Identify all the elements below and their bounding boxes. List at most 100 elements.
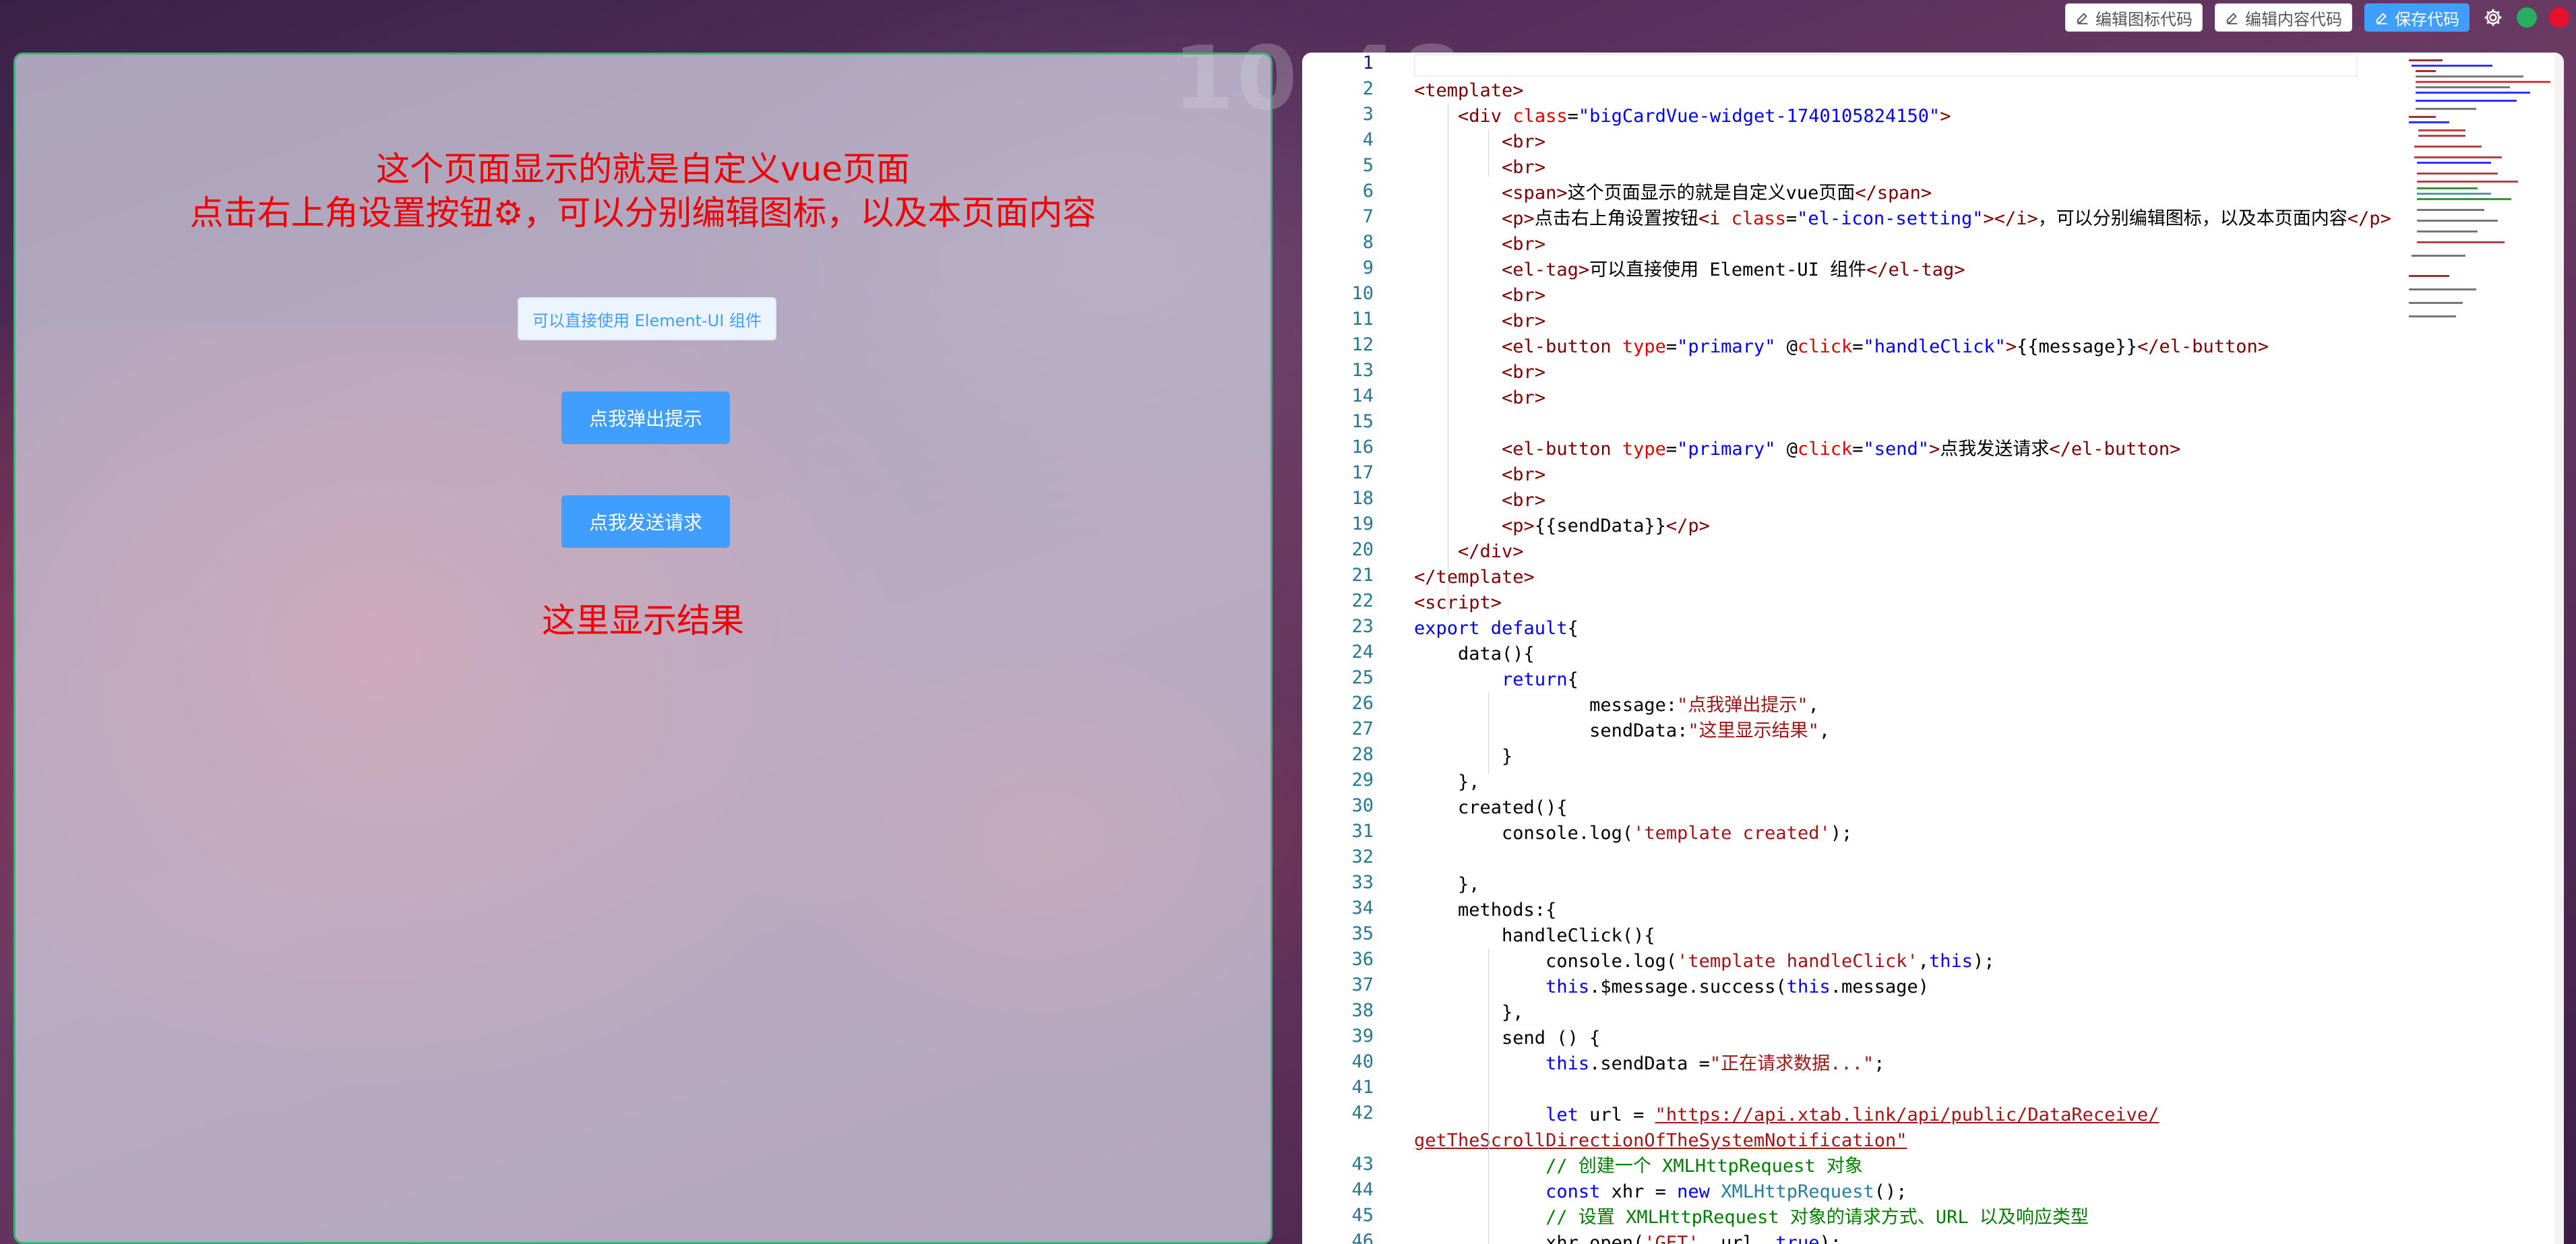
save-code-button[interactable]: 保存代码 xyxy=(2364,3,2470,32)
code-line: export default{ xyxy=(1414,616,1578,642)
code-token: 'template handleClick' xyxy=(1677,951,1918,972)
code-token: <span> xyxy=(1502,183,1568,204)
line-number: 17 xyxy=(1351,462,1374,483)
line-number: 25 xyxy=(1351,667,1374,688)
code-token: = xyxy=(1852,336,1864,357)
line-number: 14 xyxy=(1351,385,1374,406)
code-token: @ xyxy=(1775,336,1798,357)
code-line: <el-button type="primary" @click="handle… xyxy=(1414,334,2269,360)
code-line: message:"点我弹出提示", xyxy=(1414,693,1819,718)
maximize-button[interactable] xyxy=(2517,7,2537,28)
code-token: }, xyxy=(1414,1002,1524,1023)
code-token: <br> xyxy=(1502,157,1546,178)
code-line: created(){ xyxy=(1414,795,1568,821)
code-token: }, xyxy=(1414,874,1480,895)
code-token: data(){ xyxy=(1414,644,1535,664)
code-token: </span> xyxy=(1855,183,1932,204)
preview-heading-line1: 这个页面显示的就是自定义vue页面 xyxy=(375,150,911,189)
code-token: true xyxy=(1775,1233,1820,1244)
alert-button[interactable]: 点我弹出提示 xyxy=(561,392,730,444)
line-number: 44 xyxy=(1351,1179,1374,1200)
indent-guide xyxy=(1488,129,1489,177)
line-number: 29 xyxy=(1351,770,1374,790)
code-token: <br> xyxy=(1502,234,1546,255)
save-code-label: 保存代码 xyxy=(2395,9,2459,29)
code-token: "primary" xyxy=(1677,439,1776,460)
code-line: }, xyxy=(1414,872,1480,898)
code-token: handleClick(){ xyxy=(1414,925,1655,946)
code-token: .sendData = xyxy=(1589,1053,1710,1074)
code-token: 点我发送请求 xyxy=(1940,439,2050,460)
code-token: @ xyxy=(1775,439,1798,460)
gear-icon: ⚙ xyxy=(493,193,524,232)
code-area[interactable]: <template> <div class="bigCardVue-widget… xyxy=(1414,53,2395,1244)
code-token: "这里显示结果" xyxy=(1688,720,1819,741)
code-token: </template> xyxy=(1414,567,1535,588)
preview-heading-line2-text: 点击右上角设置按钮 xyxy=(189,193,493,232)
close-button[interactable] xyxy=(2549,7,2569,28)
code-token: created(){ xyxy=(1414,797,1568,818)
code-token: {{sendData}} xyxy=(1534,516,1666,536)
line-number: 40 xyxy=(1351,1051,1374,1072)
code-token: ); xyxy=(1830,823,1853,844)
code-line: <script> xyxy=(1414,590,1502,616)
code-token: }, xyxy=(1414,772,1480,792)
element-ui-tag: 可以直接使用 Element-UI 组件 xyxy=(518,297,776,340)
code-line: // 创建一个 XMLHttpRequest 对象 xyxy=(1414,1154,1863,1179)
code-token: > xyxy=(1929,439,1940,460)
code-token: const xyxy=(1545,1181,1601,1202)
code-token: ，可以分别编辑图标，以及本页面内容 xyxy=(2037,208,2348,229)
code-token: <i xyxy=(1698,208,1731,229)
code-line: }, xyxy=(1414,1000,1524,1026)
code-token: // 设置 XMLHttpRequest 对象的请求方式、URL 以及响应类型 xyxy=(1545,1207,2089,1228)
code-token: console.log( xyxy=(1414,951,1678,972)
edit-icon xyxy=(2226,13,2238,25)
edit-icon-code-button[interactable]: 编辑图标代码 xyxy=(2065,3,2203,32)
code-token: // 创建一个 XMLHttpRequest 对象 xyxy=(1545,1156,1863,1177)
code-token: this xyxy=(1545,976,1590,997)
line-number-gutter: 1 2 3 4 5 6 7 8 9 10 11 12 13 14 15 16 17 18 19 20 21 22 23 24 2… xyxy=(1302,53,1383,1244)
code-token: "primary" xyxy=(1677,336,1776,357)
send-request-button[interactable]: 点我发送请求 xyxy=(561,495,730,548)
code-token: url = xyxy=(1578,1105,1655,1125)
code-line: <template> xyxy=(1414,78,1524,104)
code-token: 可以直接使用 Element-UI 组件 xyxy=(1589,259,1867,280)
code-token: console.log( xyxy=(1414,823,1634,844)
code-editor[interactable]: 1 2 3 4 5 6 7 8 9 10 11 12 13 14 15 16 17 18 19 20 21 22 23 24 2… xyxy=(1302,53,2564,1244)
code-token: = xyxy=(1567,106,1578,127)
line-number: 41 xyxy=(1351,1077,1374,1098)
code-token: ); xyxy=(1819,1233,1841,1244)
edit-icon xyxy=(2376,13,2387,25)
code-token: return xyxy=(1502,669,1568,690)
code-token: , xyxy=(1918,951,1930,972)
line-number: 8 xyxy=(1362,232,1374,253)
code-token: <br> xyxy=(1502,490,1546,511)
code-token: = xyxy=(1665,439,1678,460)
line-number: 27 xyxy=(1351,718,1374,739)
code-token: new xyxy=(1677,1181,1710,1202)
code-token: </el-button> xyxy=(2137,336,2269,357)
line-number: 23 xyxy=(1351,616,1374,637)
edit-content-code-button[interactable]: 编辑内容代码 xyxy=(2215,3,2352,32)
edit-content-code-label: 编辑内容代码 xyxy=(2245,9,2342,29)
code-line: sendData:"这里显示结果", xyxy=(1414,718,1830,744)
code-token: </div> xyxy=(1458,541,1524,562)
code-token: "bigCardVue-widget-1740105824150" xyxy=(1578,106,1940,127)
code-token: type xyxy=(1622,439,1666,460)
code-token: > xyxy=(1940,106,1951,127)
code-line: <br> xyxy=(1414,309,1545,334)
code-minimap[interactable] xyxy=(2402,53,2550,349)
edit-icon xyxy=(2077,13,2088,25)
editor-scrollbar[interactable] xyxy=(2554,53,2564,1244)
settings-button[interactable] xyxy=(2482,6,2505,29)
code-line: handleClick(){ xyxy=(1414,923,1655,949)
code-line: <div class="bigCardVue-widget-1740105824… xyxy=(1414,104,1951,129)
